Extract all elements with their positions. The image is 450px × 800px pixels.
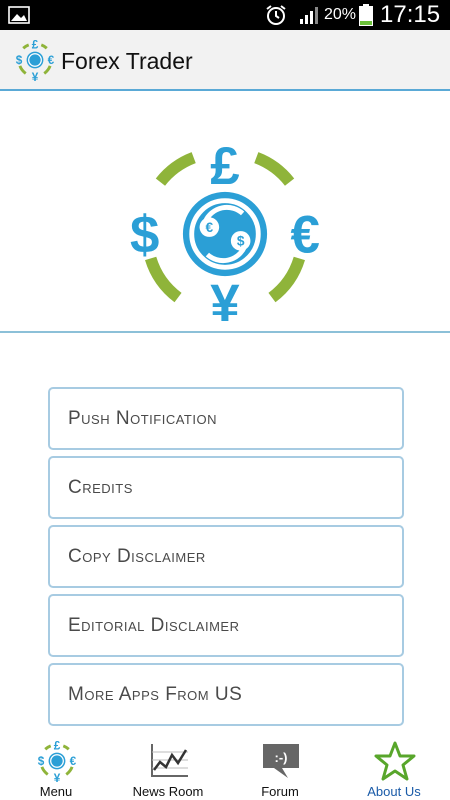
svg-text:$: $ xyxy=(16,54,23,67)
chart-icon xyxy=(151,744,188,777)
svg-text:€: € xyxy=(48,54,55,67)
app-title: Forex Trader xyxy=(61,48,193,74)
tab-news-room[interactable]: News Room xyxy=(112,730,224,800)
forex-logo-icon: £ $ € ¥ xyxy=(38,740,77,782)
signal-icon xyxy=(300,7,318,24)
credits-button[interactable]: Credits xyxy=(48,456,404,519)
svg-text::-): :-) xyxy=(275,750,288,765)
svg-text:€: € xyxy=(70,755,77,768)
tab-about-us-label: About Us xyxy=(367,784,421,799)
svg-text:¥: ¥ xyxy=(210,274,240,325)
svg-text:£: £ xyxy=(54,740,61,752)
battery-percent: 20% xyxy=(324,6,357,23)
status-bar: 20% 17:15 xyxy=(0,0,450,30)
svg-text:£: £ xyxy=(210,143,239,196)
tab-news-room-label: News Room xyxy=(132,784,204,799)
about-menu-list: Push Notification Credits Copy Disclaime… xyxy=(48,387,404,732)
gallery-icon xyxy=(8,6,30,24)
svg-text:€: € xyxy=(291,206,320,265)
forex-logo-icon: £ $ € ¥ xyxy=(16,39,55,81)
alarm-icon xyxy=(266,5,286,25)
svg-text:$: $ xyxy=(237,234,245,249)
editorial-disclaimer-button[interactable]: Editorial Disclaimer xyxy=(48,594,404,657)
hero-section: € $ £ $ € ¥ xyxy=(0,93,450,333)
tab-menu-label: Menu xyxy=(39,784,73,799)
star-icon xyxy=(374,741,416,781)
clock: 17:15 xyxy=(380,1,441,28)
svg-text:$: $ xyxy=(130,206,159,265)
svg-text:£: £ xyxy=(32,39,39,51)
tab-menu[interactable]: £ $ € ¥ Menu xyxy=(0,730,112,800)
svg-text:$: $ xyxy=(38,755,45,768)
forex-logo-icon: € $ £ $ € ¥ xyxy=(130,143,320,325)
more-apps-button[interactable]: More Apps From US xyxy=(48,663,404,726)
chat-bubble-icon: :-) xyxy=(263,744,299,778)
bottom-tab-bar: £ $ € ¥ Menu News Room :-) Forum About U… xyxy=(0,730,450,800)
push-notification-button[interactable]: Push Notification xyxy=(48,387,404,450)
copy-disclaimer-button[interactable]: Copy Disclaimer xyxy=(48,525,404,588)
svg-text:¥: ¥ xyxy=(32,71,39,81)
svg-text:¥: ¥ xyxy=(54,772,61,782)
svg-text:€: € xyxy=(206,220,214,235)
tab-forum-label: Forum xyxy=(261,784,299,799)
battery-icon xyxy=(359,4,373,26)
app-bar: £ $ € ¥ Forex Trader xyxy=(0,30,450,91)
tab-about-us[interactable]: About Us xyxy=(338,730,450,800)
tab-forum[interactable]: :-) Forum xyxy=(224,730,336,800)
